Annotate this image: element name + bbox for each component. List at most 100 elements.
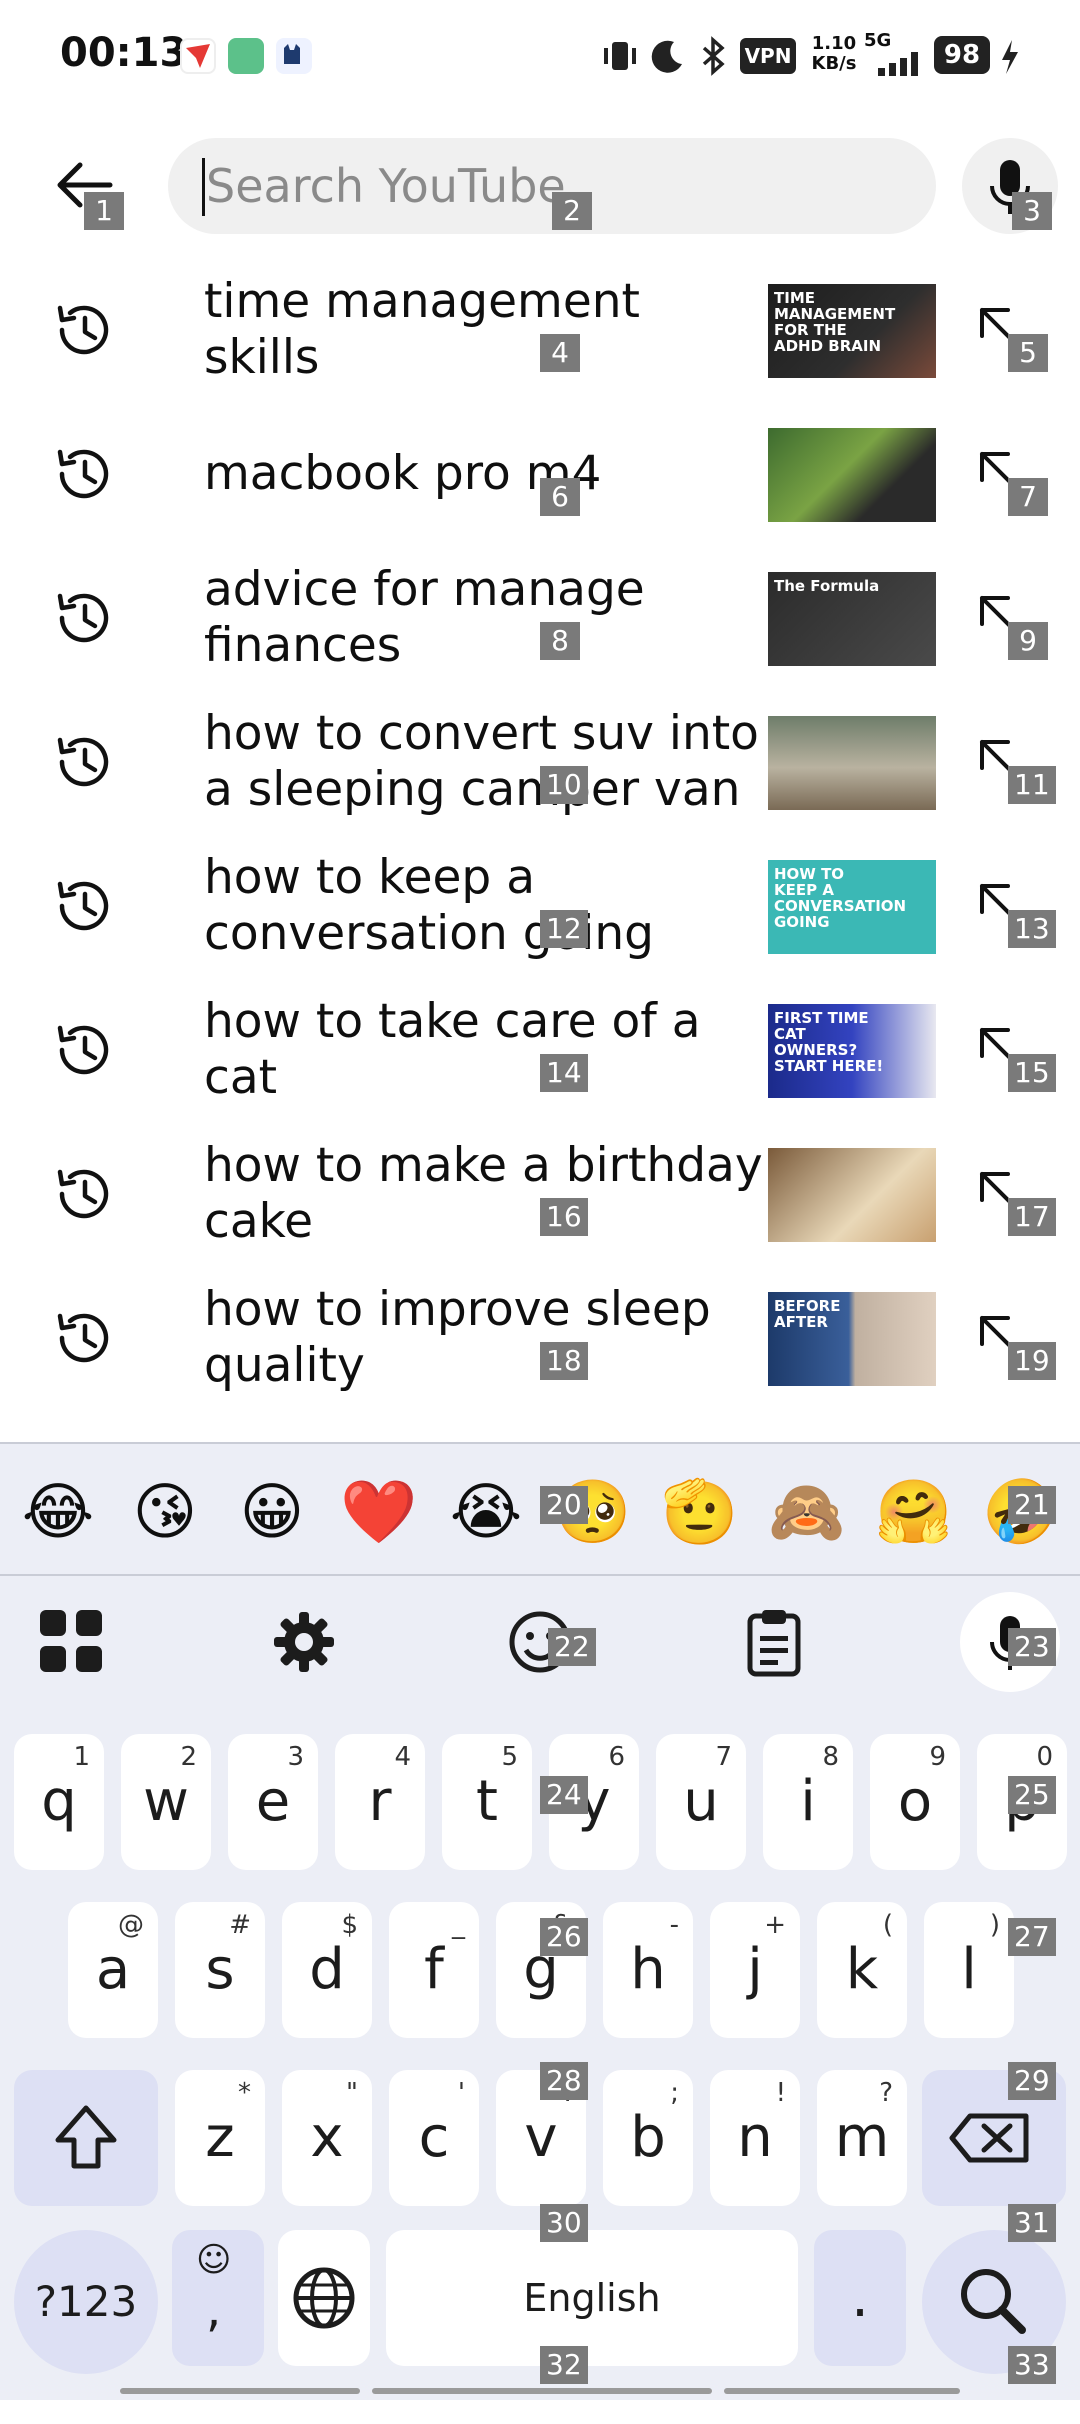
- history-icon: [57, 305, 109, 355]
- key-hint: $: [341, 1910, 358, 1940]
- search-suggestion[interactable]: how to take care of a cat FIRST TIME CAT…: [0, 978, 1080, 1122]
- key-w[interactable]: 2w: [121, 1734, 211, 1870]
- annotation-badge: 27: [1008, 1918, 1056, 1956]
- annotation-badge: 33: [1008, 2346, 1056, 2384]
- key-hint: ?: [879, 2078, 893, 2108]
- key-z[interactable]: * z: [175, 2070, 265, 2206]
- gear-icon: [274, 1612, 334, 1672]
- period-key[interactable]: .: [814, 2230, 906, 2366]
- key-t[interactable]: 5t: [442, 1734, 532, 1870]
- search-suggestion[interactable]: how to improve sleep quality BEFORE AFTE…: [0, 1266, 1080, 1410]
- emoji-suggestion[interactable]: 😘: [125, 1472, 205, 1552]
- clipboard-icon: [747, 1610, 801, 1677]
- thumbnail-caption: HOW TO KEEP A CONVERSATION GOING: [774, 865, 907, 931]
- key-f[interactable]: _ f: [389, 1902, 479, 2038]
- annotation-badge: 21: [1008, 1486, 1056, 1524]
- key-label: x: [310, 2105, 344, 2170]
- annotation-badge: 2: [552, 192, 592, 230]
- key-d[interactable]: $ d: [282, 1902, 372, 2038]
- key-hint: !: [775, 2078, 786, 2108]
- annotation-badge: 28: [540, 2062, 588, 2100]
- key-e[interactable]: 3e: [228, 1734, 318, 1870]
- annotation-badge: 6: [540, 478, 580, 516]
- keyboard-settings-button[interactable]: [264, 1602, 344, 1682]
- annotation-badge: 19: [1008, 1342, 1056, 1380]
- suggestion-text: advice for manage finances: [204, 562, 645, 673]
- key-label: o: [897, 1769, 933, 1834]
- search-suggestion[interactable]: how to make a birthday cake: [0, 1122, 1080, 1266]
- key-s[interactable]: # s: [175, 1902, 265, 2038]
- app-notification-icon: [276, 38, 312, 74]
- annotation-badge: 25: [1008, 1776, 1056, 1814]
- key-k[interactable]: (k: [817, 1902, 907, 2038]
- search-suggestion[interactable]: time management skills TIME MANAGEMENT F…: [0, 258, 1080, 402]
- annotation-badge: 22: [548, 1628, 596, 1666]
- annotation-badge: 23: [1008, 1628, 1056, 1666]
- search-suggestion[interactable]: how to keep a conversation going HOW TO …: [0, 834, 1080, 978]
- key-hint: (: [882, 1910, 893, 1940]
- search-input[interactable]: [206, 158, 886, 214]
- key-hint: ;: [670, 2078, 679, 2108]
- key-n[interactable]: ! n: [710, 2070, 800, 2206]
- key-label: a: [95, 1937, 131, 2002]
- emoji-suggestion[interactable]: 🫡: [660, 1472, 740, 1552]
- key-l[interactable]: ) l: [924, 1902, 1014, 2038]
- apps-grid-button[interactable]: [32, 1602, 112, 1682]
- annotation-badge: 29: [1008, 2062, 1056, 2100]
- key-h[interactable]: -h: [603, 1902, 693, 2038]
- annotation-badge: 5: [1008, 334, 1048, 372]
- symbols-key[interactable]: ?123: [14, 2230, 158, 2374]
- key-o[interactable]: 9o: [870, 1734, 960, 1870]
- thumbnail-caption: BEFORE AFTER: [774, 1297, 841, 1331]
- key-b[interactable]: ; b: [603, 2070, 693, 2206]
- suggestion-thumbnail: BEFORE AFTER: [768, 1292, 936, 1386]
- space-bar[interactable]: English: [386, 2230, 798, 2366]
- annotation-badge: 14: [540, 1054, 588, 1092]
- annotation-badge: 3: [1012, 192, 1052, 230]
- emoji-suggestion[interactable]: 😭: [446, 1472, 526, 1552]
- nav-handle: [372, 2388, 712, 2394]
- language-globe-key[interactable]: [278, 2230, 370, 2366]
- annotation-badge: 32: [540, 2346, 588, 2384]
- suggestion-thumbnail: FIRST TIME CAT OWNERS? START HERE!: [768, 1004, 936, 1098]
- clipboard-button[interactable]: [734, 1602, 814, 1682]
- key-hint: 5: [501, 1742, 518, 1772]
- emoji-suggestion[interactable]: 🙈: [767, 1472, 847, 1552]
- vpn-badge: VPN: [740, 38, 796, 74]
- key-hint: 7: [715, 1742, 732, 1772]
- key-label: b: [630, 2105, 666, 2170]
- suggestion-text: how to make a birthday cake: [204, 1138, 763, 1249]
- small-smiley-icon: ☺: [196, 2240, 232, 2280]
- emoji-suggestion[interactable]: 🤗: [874, 1472, 954, 1552]
- key-hint: +: [764, 1910, 786, 1940]
- key-q[interactable]: 1q: [14, 1734, 104, 1870]
- annotation-badge: 26: [540, 1918, 588, 1956]
- key-r[interactable]: 4r: [335, 1734, 425, 1870]
- annotation-badge: 1: [84, 192, 124, 230]
- key-j[interactable]: + j: [710, 1902, 800, 2038]
- key-m[interactable]: ? m: [817, 2070, 907, 2206]
- suggestion-thumbnail: The Formula: [768, 572, 936, 666]
- key-c[interactable]: ' c: [389, 2070, 479, 2206]
- shift-arrow-icon: [55, 2105, 117, 2169]
- key-u[interactable]: 7u: [656, 1734, 746, 1870]
- search-suggestion[interactable]: macbook pro m4: [0, 402, 1080, 546]
- key-x[interactable]: " x: [282, 2070, 372, 2206]
- search-suggestion[interactable]: how to convert suv into a sleeping campe…: [0, 690, 1080, 834]
- key-hint: 4: [394, 1742, 411, 1772]
- shift-key[interactable]: [14, 2070, 158, 2206]
- search-suggestion[interactable]: advice for manage finances The Formula: [0, 546, 1080, 690]
- key-hint: @: [118, 1910, 144, 1940]
- annotation-badge: 20: [540, 1486, 588, 1524]
- emoji-comma-key[interactable]: ☺ ,: [172, 2230, 264, 2366]
- suggestion-text: how to improve sleep quality: [204, 1282, 711, 1393]
- annotation-badge: 8: [540, 622, 580, 660]
- emoji-suggestion[interactable]: 😂: [18, 1472, 98, 1552]
- key-a[interactable]: @ a: [68, 1902, 158, 2038]
- emoji-suggestion[interactable]: 😀: [232, 1472, 312, 1552]
- key-hint: _: [452, 1910, 465, 1940]
- key-label: s: [205, 1937, 235, 2002]
- key-label: d: [309, 1937, 345, 2002]
- key-i[interactable]: 8i: [763, 1734, 853, 1870]
- emoji-suggestion[interactable]: ❤️: [339, 1472, 419, 1552]
